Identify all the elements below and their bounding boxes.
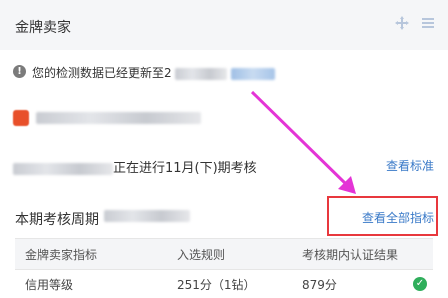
blurred-date bbox=[175, 67, 228, 80]
info-icon: ! bbox=[13, 65, 26, 78]
result-value: 879分 bbox=[302, 277, 337, 292]
table-header: 金牌卖家指标 入选规则 考核期内认证结果 bbox=[15, 238, 433, 270]
gold-seller-panel: 金牌卖家 ! 您的检测数据已经更新至2 正在进行11月(下)期考核 查看标准 本… bbox=[0, 0, 448, 295]
assessment-status: 正在进行11月(下)期考核 bbox=[13, 157, 257, 176]
panel-header: 金牌卖家 bbox=[0, 0, 448, 51]
metric-cell: 信用等级 bbox=[25, 277, 74, 292]
store-row bbox=[0, 94, 448, 141]
metrics-table: 金牌卖家指标 入选规则 考核期内认证结果 信用等级 251分（1钻） 879分 … bbox=[15, 238, 433, 298]
col-rule-header: 入选规则 bbox=[177, 247, 226, 262]
view-all-metrics-link[interactable]: 查看全部指标 bbox=[362, 209, 434, 226]
header-icons bbox=[394, 15, 436, 31]
move-icon[interactable] bbox=[394, 15, 410, 31]
update-notice-label: 您的检测数据已经更新至2 bbox=[32, 66, 172, 80]
result-cell: 879分 ✓ bbox=[300, 276, 433, 293]
col-result-header: 考核期内认证结果 bbox=[302, 247, 399, 262]
update-notice-row: ! 您的检测数据已经更新至2 bbox=[0, 50, 448, 95]
blurred-period bbox=[13, 162, 113, 175]
blurred-store-info bbox=[36, 112, 201, 124]
view-standard-link[interactable]: 查看标准 bbox=[386, 157, 434, 174]
current-period-section: 本期考核周期 查看全部指标 金牌卖家指标 入选规则 考核期内认证结果 信用等级 … bbox=[0, 188, 448, 295]
table-row: 信用等级 251分（1钻） 879分 ✓ bbox=[15, 270, 433, 298]
rule-cell: 251分（1钻） bbox=[177, 277, 256, 292]
col-metric-header: 金牌卖家指标 bbox=[25, 247, 98, 262]
check-icon: ✓ bbox=[413, 276, 427, 291]
store-badge-icon bbox=[13, 110, 29, 126]
assessment-status-label: 正在进行11月(下)期考核 bbox=[113, 161, 257, 176]
blurred-period-range bbox=[104, 210, 190, 222]
period-label: 本期考核周期 bbox=[15, 212, 99, 228]
blurred-link[interactable] bbox=[231, 67, 276, 80]
update-notice-text: 您的检测数据已经更新至2 bbox=[32, 64, 276, 81]
panel-title: 金牌卖家 bbox=[15, 20, 71, 36]
menu-icon[interactable] bbox=[420, 15, 436, 31]
assessment-status-row: 正在进行11月(下)期考核 查看标准 bbox=[0, 140, 448, 189]
